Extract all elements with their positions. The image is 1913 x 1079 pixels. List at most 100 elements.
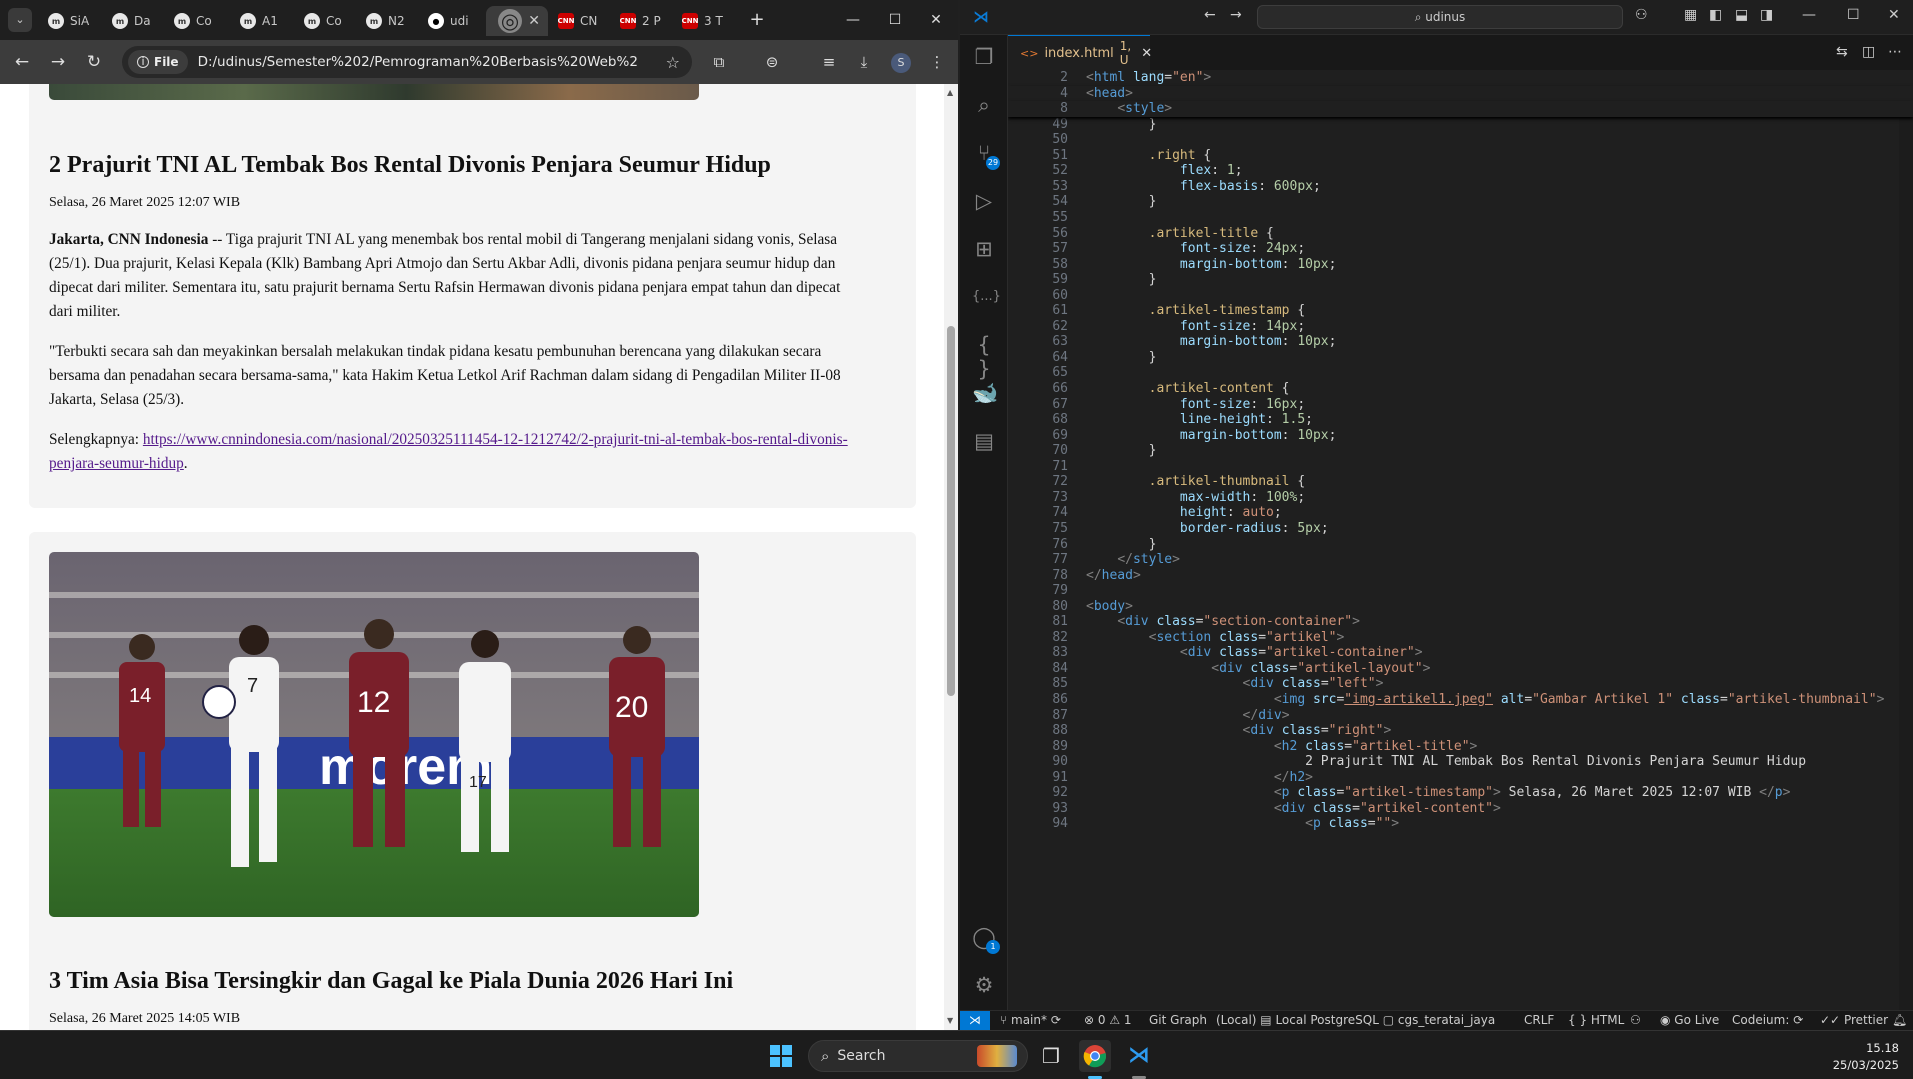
code-line[interactable]: 65 [1008,365,1913,381]
code-line[interactable]: 56 .artikel-title { [1008,226,1913,242]
code-line[interactable]: 87 </div> [1008,708,1913,724]
code-line[interactable]: 78 </head> [1008,568,1913,584]
browser-tab[interactable]: m N2 [358,6,416,36]
code-line[interactable]: 70 } [1008,443,1913,459]
code-line[interactable]: 55 [1008,210,1913,226]
download-icon[interactable]: ⤓ [852,50,876,74]
remote-indicator-icon[interactable]: ⋊ [960,1011,990,1031]
code-line[interactable]: 81 <div class="section-container"> [1008,614,1913,630]
eol-indicator[interactable]: CRLF [1524,1013,1554,1027]
code-line[interactable]: 80 <body> [1008,599,1913,615]
search-icon[interactable]: ⌕ [972,93,996,117]
toggle-sidebar-icon[interactable]: ◧ [1709,7,1722,23]
browser-tab[interactable]: CNN 3 T [674,6,732,36]
start-button[interactable] [770,1045,792,1067]
sticky-scroll-line[interactable]: 4 <head> [1008,85,1913,102]
git-graph-button[interactable]: Git Graph [1149,1013,1207,1027]
code-line[interactable]: 63 margin-bottom: 10px; [1008,334,1913,350]
open-changes-icon[interactable]: ⇆ [1836,44,1848,60]
sticky-scroll-line[interactable]: 8 <style> [1008,101,1913,117]
chrome-taskbar-icon[interactable] [1079,1040,1111,1072]
browser-tab[interactable]: m Co [166,6,224,36]
new-tab-button[interactable]: + [745,8,769,32]
incognito-icon[interactable]: ⊜ [760,50,784,74]
extensions-icon[interactable]: ⊞ [972,237,996,261]
code-line[interactable]: 71 [1008,459,1913,475]
page-scrollbar[interactable]: ▲ ▼ [944,84,958,1030]
back-button[interactable]: ← [10,50,34,74]
code-line[interactable]: 61 .artikel-timestamp { [1008,303,1913,319]
code-line[interactable]: 84 <div class="artikel-layout"> [1008,661,1913,677]
back-icon[interactable]: ← [1204,7,1216,23]
code-line[interactable]: 85 <div class="left"> [1008,676,1913,692]
extensions-icon[interactable]: ⧉ [707,50,731,74]
taskbar-search[interactable]: ⌕ Search [808,1040,1028,1072]
maximize-button[interactable]: ☐ [880,8,910,32]
address-bar[interactable]: i File D:/udinus/Semester%202/Pemrograman… [122,46,692,78]
bookmark-star-icon[interactable]: ☆ [666,53,680,72]
braces-icon[interactable]: { } [972,333,996,381]
code-line[interactable]: 86 <img src="img-artikel1.jpeg" alt="Gam… [1008,692,1913,708]
copilot-icon[interactable]: ⚇ [1635,7,1648,23]
code-line[interactable]: 89 <h2 class="artikel-title"> [1008,739,1913,755]
code-line[interactable]: 94 <p class=""> [1008,816,1913,832]
close-icon[interactable]: ✕ [1141,46,1152,61]
scroll-up-arrow[interactable]: ▲ [947,88,953,97]
code-line[interactable]: 75 border-radius: 5px; [1008,521,1913,537]
code-line[interactable]: 83 <div class="artikel-container"> [1008,645,1913,661]
docker-icon[interactable]: 🐋 [972,381,998,405]
code-line[interactable]: 58 margin-bottom: 10px; [1008,257,1913,273]
browser-tab[interactable]: m Da [104,6,162,36]
code-line[interactable]: 88 <div class="right"> [1008,723,1913,739]
code-line[interactable]: 79 [1008,583,1913,599]
db-connection[interactable]: (Local) ▤ Local PostgreSQL ▢ cgs_teratai… [1216,1013,1495,1027]
run-debug-icon[interactable]: ▷ [972,189,996,213]
split-editor-icon[interactable]: ◫ [1862,44,1875,60]
browser-tab[interactable]: CNN 2 P [612,6,670,36]
code-line[interactable]: 50 [1008,132,1913,148]
sticky-scroll-line[interactable]: 2 <html lang="en"> [1008,70,1913,86]
toggle-panel-icon[interactable]: ⬓ [1735,7,1748,23]
browser-tab[interactable]: m A1 [232,6,290,36]
problems-indicator[interactable]: ⊗ 0 ⚠ 1 [1084,1013,1132,1027]
go-live-button[interactable]: ◉ Go Live [1660,1013,1719,1027]
code-line[interactable]: 67 font-size: 16px; [1008,397,1913,413]
toggle-secondary-sidebar-icon[interactable]: ◨ [1760,7,1773,23]
read-more-link[interactable]: https://www.cnnindonesia.com/nasional/20… [49,431,848,472]
browser-tab[interactable]: m SiA [40,6,98,36]
vscode-taskbar-icon[interactable]: ⋊ [1123,1040,1155,1072]
tab-index-html[interactable]: <> index.html 1, U ✕ [1008,35,1152,70]
close-window-button[interactable]: ✕ [921,8,951,32]
profile-avatar[interactable]: S [891,53,911,73]
code-line[interactable]: 51 .right { [1008,148,1913,164]
code-editor[interactable]: 2 <html lang="en"> 4 <head> 8 <style> 49 } 50 5… [1008,70,1913,1010]
layout-customize-icon[interactable]: ▦ [1684,7,1697,23]
code-line[interactable]: 73 max-width: 100%; [1008,490,1913,506]
task-view-icon[interactable]: ❐ [1035,1040,1067,1072]
scroll-down-arrow[interactable]: ▼ [947,1016,953,1025]
explorer-icon[interactable]: ❐ [972,45,996,69]
tab-active[interactable]: ◎ ✕ [486,6,548,36]
clock-date[interactable]: 25/03/2025 [1833,1058,1899,1072]
code-line[interactable]: 66 .artikel-content { [1008,381,1913,397]
branch-indicator[interactable]: ⑂ main* ⟳ [1000,1013,1061,1027]
code-line[interactable]: 49 } [1008,117,1913,133]
code-line[interactable]: 76 } [1008,537,1913,553]
url-text[interactable]: D:/udinus/Semester%202/Pemrograman%20Ber… [198,54,638,70]
code-line[interactable]: 62 font-size: 14px; [1008,319,1913,335]
site-info-chip[interactable]: i File [128,50,188,74]
code-line[interactable]: 57 font-size: 24px; [1008,241,1913,257]
close-window-button[interactable]: ✕ [1888,7,1900,23]
more-actions-icon[interactable]: ⋯ [1888,44,1902,60]
reading-list-icon[interactable]: ≡ [817,50,841,74]
codeium-status[interactable]: Codeium: ⟳ [1732,1013,1803,1027]
minimize-button[interactable]: — [838,8,868,32]
command-center-search[interactable]: ⌕ udinus [1257,5,1623,29]
scrollbar-thumb[interactable] [947,326,955,696]
browser-tab[interactable]: m Co [296,6,354,36]
code-line[interactable]: 53 flex-basis: 600px; [1008,179,1913,195]
chrome-menu-icon[interactable]: ⋮ [925,50,949,74]
code-line[interactable]: 90 2 Prajurit TNI AL Tembak Bos Rental D… [1008,754,1913,770]
code-line[interactable]: 74 height: auto; [1008,505,1913,521]
code-line[interactable]: 59 } [1008,272,1913,288]
